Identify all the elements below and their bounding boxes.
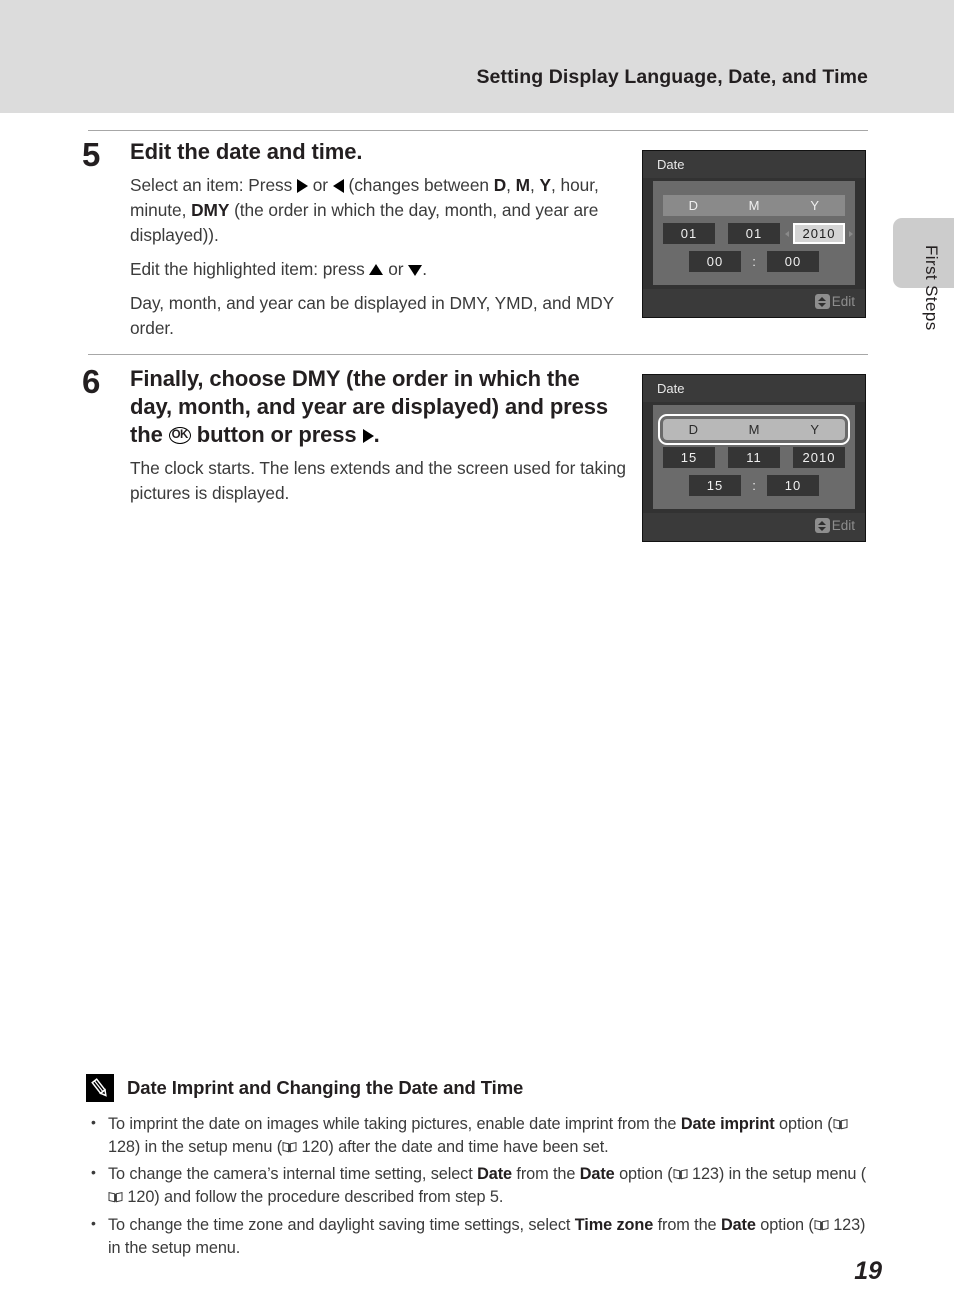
step-5: 5 Edit the date and time. Select an item… <box>82 138 627 341</box>
triangle-left-icon <box>332 178 344 193</box>
step-5-body: Edit the date and time. Select an item: … <box>130 138 627 341</box>
year-value-selected[interactable]: 2010 <box>793 223 845 244</box>
step-5-paragraph-2: Edit the highlighted item: press or . <box>130 258 428 279</box>
column-header-day: D <box>688 422 699 437</box>
divider-step-5-6 <box>88 354 868 355</box>
camera-screen-2-footer: Edit <box>643 513 865 541</box>
month-field-wrap: 11 <box>728 447 780 468</box>
camera-screen-date-order: Date D M Y 15 11 2010 15 : 10 Edit <box>642 374 866 542</box>
column-header-year: Y <box>810 422 820 437</box>
book-icon <box>108 1187 123 1203</box>
ok-button-icon: OK <box>168 427 191 444</box>
camera-screen-1-footer: Edit <box>643 289 865 317</box>
hour-value[interactable]: 00 <box>689 251 741 272</box>
day-value[interactable]: 15 <box>663 447 715 468</box>
minute-value[interactable]: 00 <box>767 251 819 272</box>
column-header-month: M <box>748 198 760 213</box>
note-bullet: To change the camera’s internal time set… <box>86 1163 868 1209</box>
section-tab-label: First Steps <box>922 245 941 331</box>
note-header: Date Imprint and Changing the Date and T… <box>86 1074 868 1102</box>
step-5-heading: Edit the date and time. <box>130 139 363 164</box>
note-title: Date Imprint and Changing the Date and T… <box>127 1077 524 1098</box>
note-bullet-list: To imprint the date on images while taki… <box>86 1113 868 1260</box>
triangle-down-icon <box>408 264 423 276</box>
pencil-icon <box>86 1074 114 1102</box>
camera-screen-1-edit-hint: Edit <box>814 294 855 309</box>
hour-value[interactable]: 15 <box>689 475 741 496</box>
note-bullet: To imprint the date on images while taki… <box>86 1113 868 1159</box>
time-separator: : <box>752 478 756 493</box>
day-value[interactable]: 01 <box>663 223 715 244</box>
book-icon <box>833 1114 848 1130</box>
book-icon <box>814 1215 829 1230</box>
column-header-day: D <box>688 198 699 213</box>
note-block: Date Imprint and Changing the Date and T… <box>86 1074 868 1264</box>
edit-label: Edit <box>831 294 855 309</box>
page-number: 19 <box>854 1257 882 1285</box>
camera-screen-2-stage: D M Y 15 11 2010 15 : 10 <box>653 405 855 509</box>
day-field-wrap: 01 <box>663 223 715 244</box>
triangle-right-icon <box>296 178 308 193</box>
camera-screen-1-stage: D M Y 01 01 2010 00 : 00 <box>653 181 855 285</box>
month-value[interactable]: 01 <box>728 223 780 244</box>
column-header-month: M <box>748 422 760 437</box>
book-icon <box>673 1164 688 1180</box>
camera-screen-1-title: Date <box>643 151 865 178</box>
camera-screen-1-column-headers[interactable]: D M Y <box>663 195 845 216</box>
step-5-number: 5 <box>82 136 101 173</box>
step-6-heading: Finally, choose DMY (the order in which … <box>130 366 609 448</box>
step-5-paragraph-3: Day, month, and year can be displayed in… <box>130 292 614 338</box>
camera-screen-2-column-headers-selected[interactable]: D M Y <box>663 419 845 440</box>
triangle-up-icon <box>369 263 384 275</box>
note-bullet: To change the time zone and daylight sav… <box>86 1214 868 1260</box>
book-icon <box>282 1137 297 1153</box>
year-field-wrap: 2010 <box>785 223 853 244</box>
camera-screen-2-title: Date <box>643 375 865 402</box>
time-separator: : <box>752 254 756 269</box>
year-field-wrap: 2010 <box>793 447 845 468</box>
up-down-arrow-icon <box>814 294 830 309</box>
step-6-body: Finally, choose DMY (the order in which … <box>130 365 627 506</box>
month-field-wrap: 01 <box>728 223 780 244</box>
year-value[interactable]: 2010 <box>793 447 845 468</box>
camera-screen-2-value-row: 15 11 2010 <box>663 447 845 468</box>
day-field-wrap: 15 <box>663 447 715 468</box>
minute-value[interactable]: 10 <box>767 475 819 496</box>
camera-screen-2-time-row: 15 : 10 <box>663 475 845 496</box>
column-header-year: Y <box>810 198 820 213</box>
step-6: 6 Finally, choose DMY (the order in whic… <box>82 365 627 506</box>
month-value[interactable]: 11 <box>728 447 780 468</box>
up-down-arrow-icon <box>814 518 830 533</box>
triangle-right-icon <box>362 428 374 443</box>
divider-top <box>88 130 868 131</box>
arrow-right-icon <box>849 231 853 237</box>
arrow-left-icon <box>785 231 789 237</box>
camera-screen-date-initial: Date D M Y 01 01 2010 00 : 00 Edit <box>642 150 866 318</box>
step-5-paragraph-1: Select an item: Press or (changes betwee… <box>130 175 599 245</box>
step-6-number: 6 <box>82 363 101 400</box>
camera-screen-2-edit-hint: Edit <box>814 518 855 533</box>
page-header-band <box>0 0 954 113</box>
camera-screen-1-value-row: 01 01 2010 <box>663 223 853 244</box>
page-title: Setting Display Language, Date, and Time <box>476 66 868 88</box>
step-6-paragraph-1: The clock starts. The lens extends and t… <box>130 458 626 504</box>
camera-screen-1-time-row: 00 : 00 <box>663 251 845 272</box>
edit-label: Edit <box>831 518 855 533</box>
